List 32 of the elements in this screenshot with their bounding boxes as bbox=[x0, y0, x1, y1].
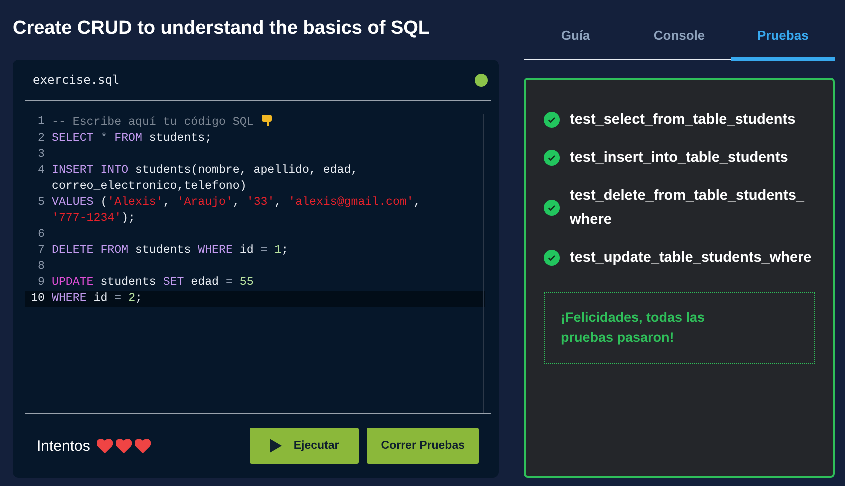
line-number: 4 bbox=[37, 163, 46, 179]
line-number: 1 bbox=[37, 114, 46, 130]
line-number: 8 bbox=[37, 259, 46, 275]
line-number: 5 bbox=[37, 195, 46, 211]
attempts-label: Intentos bbox=[37, 438, 90, 454]
code-line[interactable]: WHERE id = 2; bbox=[52, 291, 484, 307]
test-name: test_delete_from_table_students_where bbox=[570, 187, 806, 230]
tab[interactable]: Pruebas bbox=[731, 0, 836, 61]
test-name: test_select_from_table_students bbox=[570, 111, 797, 130]
line-number: 10 bbox=[30, 291, 46, 307]
status-dot-icon bbox=[475, 74, 488, 86]
test-name: test_update_table_students_where bbox=[570, 249, 813, 268]
code-line[interactable]: DELETE FROM students WHERE id = 1; bbox=[52, 243, 484, 259]
line-number: 2 bbox=[37, 131, 46, 147]
success-message: ¡Felicidades, todas las pruebas pasaron! bbox=[544, 292, 815, 364]
line-number: 7 bbox=[37, 243, 46, 259]
line-number: 9 bbox=[37, 275, 46, 291]
line-number: 6 bbox=[37, 227, 46, 243]
play-icon bbox=[270, 439, 282, 453]
code-line[interactable]: -- Escribe aquí tu código SQL bbox=[52, 114, 484, 131]
run-tests-button[interactable]: Correr Pruebas bbox=[367, 428, 479, 464]
code-line[interactable]: SELECT * FROM students; bbox=[52, 131, 484, 147]
line-number: 3 bbox=[37, 147, 46, 163]
test-name: test_insert_into_table_students bbox=[570, 149, 790, 168]
tab[interactable]: Console bbox=[628, 0, 732, 61]
file-name: exercise.sql bbox=[33, 73, 120, 87]
code-line[interactable]: VALUES ('Alexis', 'Araujo', '33', 'alexis@gmail.com', '777-1234'); bbox=[52, 195, 484, 227]
run-button[interactable]: Ejecutar bbox=[250, 428, 360, 464]
tab[interactable]: Guía bbox=[524, 0, 628, 61]
code-line[interactable]: INSERT INTO students(nombre, apellido, edad, correo_electronico,telefono) bbox=[52, 163, 484, 195]
page-title: Create CRUD to understand the basics of SQL bbox=[13, 18, 432, 41]
code-line[interactable]: UPDATE students SET edad = 55 bbox=[52, 275, 484, 291]
